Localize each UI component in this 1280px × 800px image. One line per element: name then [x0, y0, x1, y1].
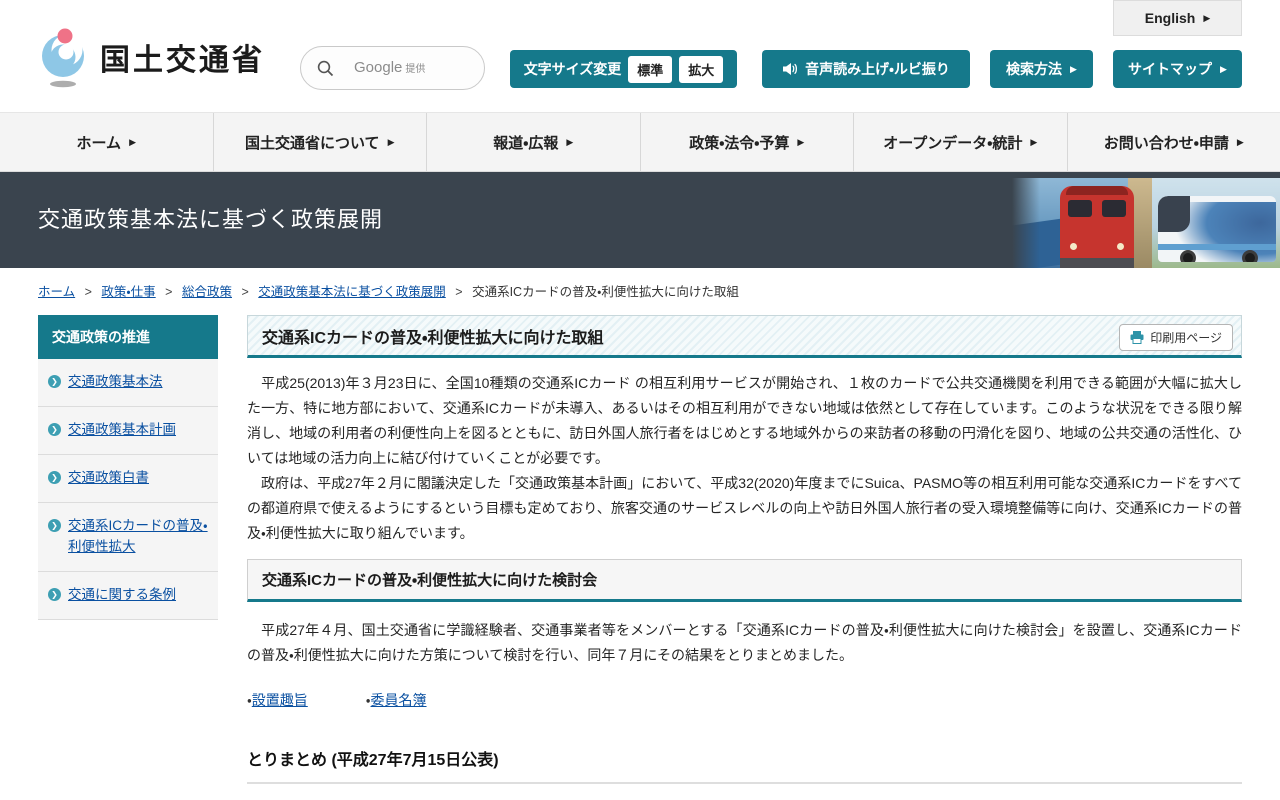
sidebar-item-ordinance[interactable]: ❯ 交通に関する条例 — [38, 572, 218, 620]
study-group-section-header: 交通系ICカードの普及・利便性拡大に向けた検討会 — [247, 559, 1242, 602]
global-nav: ホーム ▶ 国土交通省について ▶ 報道・広報 ▶ 政策・法令・予算 ▶ オープンデータ… — [0, 112, 1280, 172]
chevron-right-icon: ▶ — [129, 136, 136, 147]
content-area: 交通政策の推進 ❯ 交通政策基本法 ❯ 交通政策基本計画 ❯ 交通政策白書 ❯ … — [38, 315, 1242, 800]
speech-reading-button[interactable]: 音声読み上げ・ルビ振り — [762, 50, 970, 88]
mlit-logo-icon — [42, 28, 84, 88]
search-icon — [317, 60, 334, 76]
link-establishment-purpose[interactable]: 設置趣旨 — [252, 692, 308, 708]
sidebar-item-white-paper[interactable]: ❯ 交通政策白書 — [38, 455, 218, 503]
chevron-right-icon: ▶ — [1030, 136, 1038, 147]
photo-fade — [1012, 178, 1040, 268]
summary-section-header: とりまとめ (平成27年7月15日公表) — [247, 746, 1242, 784]
study-group-paragraph: 平成27年４月、国土交通省に学識経験者、交通事業者等をメンバーとする「交通系IC… — [247, 622, 1242, 663]
sidebar: 交通政策の推進 ❯ 交通政策基本法 ❯ 交通政策基本計画 ❯ 交通政策白書 ❯ … — [38, 315, 218, 620]
font-size-standard-button[interactable]: 標準 — [628, 55, 673, 83]
chevron-right-icon: ▶ — [797, 136, 805, 147]
page-title-box: 交通系ICカードの普及・利便性拡大に向けた取組 印刷用ページ — [247, 315, 1242, 358]
main-column: 交通系ICカードの普及・利便性拡大に向けた取組 印刷用ページ 平成25(2013… — [247, 315, 1242, 800]
chevron-right-icon: ▶ — [1220, 63, 1227, 74]
intro-paragraph-2: 政府は、平成27年２月に閣議決定した「交通政策基本計画」において、平成32(20… — [247, 475, 1242, 541]
speaker-icon — [783, 63, 798, 75]
chevron-right-icon: ▶ — [1203, 12, 1211, 23]
search-input[interactable]: Google 提供 — [300, 46, 485, 90]
blue-bus — [1158, 196, 1276, 262]
mlit-logo[interactable]: 国土交通省 — [38, 26, 265, 88]
summary-title: とりまとめ (平成27年7月15日公表) — [247, 752, 499, 769]
study-group-title: 交通系ICカードの普及・利便性拡大に向けた検討会 — [262, 572, 598, 589]
intro-paragraph-1: 平成25(2013)年３月23日に、全国10種類の交通系ICカード の相互利用サ… — [247, 375, 1242, 466]
page-title: 交通系ICカードの普及・利便性拡大に向けた取組 — [262, 329, 604, 347]
sidebar-title: 交通政策の推進 — [38, 315, 218, 359]
chevron-right-icon: ▶ — [1070, 63, 1077, 74]
banner-title: 交通政策基本法に基づく政策展開 — [38, 207, 384, 232]
page-banner: 交通政策基本法に基づく政策展開 — [0, 172, 1280, 268]
circle-arrow-icon: ❯ — [48, 375, 61, 388]
red-train — [1060, 186, 1134, 268]
printer-icon — [1130, 331, 1144, 344]
nav-item-contact[interactable]: お問い合わせ・申請 ▶ — [1066, 113, 1280, 171]
sidebar-item-basic-act[interactable]: ❯ 交通政策基本法 — [38, 359, 218, 407]
circle-arrow-icon: ❯ — [48, 422, 61, 436]
print-page-button[interactable]: 印刷用ページ — [1119, 324, 1233, 351]
banner-photo-bus — [1152, 178, 1280, 268]
breadcrumb: ホーム > 政策・仕事 > 総合政策 > 交通政策基本法に基づく政策展開 > 交… — [38, 285, 739, 299]
study-group-links: ・設置趣旨 ・委員名簿 — [247, 692, 427, 708]
circle-arrow-icon: ❯ — [48, 470, 61, 484]
nav-item-home[interactable]: ホーム ▶ — [0, 113, 213, 171]
site-header: 国土交通省 Google 提供 English ▶ 文字サイズ変更 標準 拡大 音… — [0, 0, 1280, 112]
breadcrumb-policy-work[interactable]: 政策・仕事 — [101, 285, 155, 299]
nav-item-press[interactable]: 報道・広報 ▶ — [426, 113, 640, 171]
link-member-list[interactable]: 委員名簿 — [371, 692, 427, 708]
chevron-right-icon: ▶ — [566, 136, 574, 147]
sidebar-item-basic-plan[interactable]: ❯ 交通政策基本計画 — [38, 407, 218, 455]
nav-item-about[interactable]: 国土交通省について ▶ — [212, 113, 427, 171]
breadcrumb-current: 交通系ICカードの普及・利便性拡大に向けた取組 — [472, 285, 739, 299]
english-button[interactable]: English ▶ — [1113, 0, 1242, 36]
search-placeholder: Google 提供 — [354, 59, 426, 76]
nav-item-opendata[interactable]: オープンデータ・統計 ▶ — [853, 113, 1067, 171]
breadcrumb-basic-act[interactable]: 交通政策基本法に基づく政策展開 — [258, 285, 446, 299]
breadcrumb-home[interactable]: ホーム — [38, 285, 75, 299]
chevron-right-icon: ▶ — [1236, 136, 1244, 147]
sidebar-item-ic-card[interactable]: ❯ 交通系ICカードの普及・利便性拡大 — [38, 503, 218, 572]
chevron-right-icon: ▶ — [387, 136, 395, 147]
banner-photo — [1012, 178, 1280, 268]
nav-item-policy[interactable]: 政策・法令・予算 ▶ — [639, 113, 854, 171]
font-size-large-button[interactable]: 拡大 — [679, 55, 724, 83]
circle-arrow-icon: ❯ — [48, 587, 61, 601]
font-size-button[interactable]: 文字サイズ変更 標準 拡大 — [510, 50, 737, 88]
circle-arrow-icon: ❯ — [48, 518, 61, 532]
site-title: 国土交通省 — [100, 44, 265, 77]
search-method-button[interactable]: 検索方法 ▶ — [990, 50, 1093, 88]
breadcrumb-general-policy[interactable]: 総合政策 — [182, 285, 232, 299]
sitemap-button[interactable]: サイトマップ ▶ — [1113, 50, 1242, 88]
